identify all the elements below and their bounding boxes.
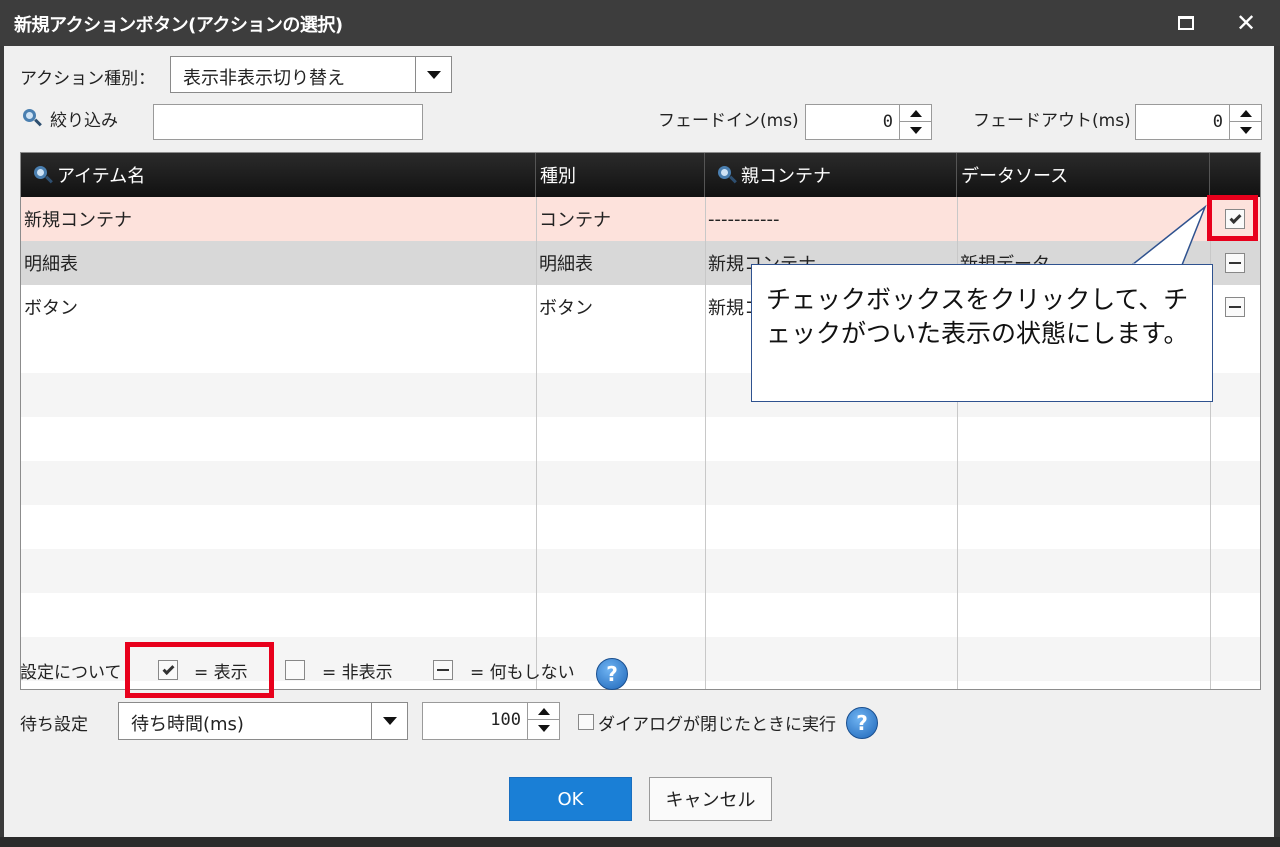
- column-header-state: [1210, 153, 1260, 197]
- callout-text: チェックボックスをクリックして、チェックがついた表示の状態にします。: [766, 285, 1189, 348]
- wait-type-value: 待ち時間(ms): [131, 714, 244, 735]
- ok-button[interactable]: OK: [509, 777, 632, 821]
- action-type-select[interactable]: 表示非表示切り替え: [170, 56, 452, 93]
- highlight-legend-show: [125, 642, 274, 698]
- action-type-dropdown-button[interactable]: [415, 57, 451, 92]
- item-grid: アイテム名 種別 親コンテナ データソース 新規コンテナ コンテナ ------…: [20, 152, 1261, 690]
- fade-in-down-button[interactable]: [900, 122, 931, 139]
- help-icon[interactable]: ?: [596, 658, 628, 690]
- cell-item-name: 明細表: [24, 254, 78, 275]
- cell-parent: -----------: [708, 208, 780, 230]
- dash-icon: [1229, 262, 1241, 264]
- column-divider: [536, 197, 537, 689]
- fade-out-down-button[interactable]: [1230, 122, 1261, 139]
- fade-out-up-button[interactable]: [1230, 105, 1261, 122]
- fade-out-label: フェードアウト(ms): [973, 111, 1131, 131]
- legend-label: 設定について: [20, 663, 122, 683]
- maximize-button[interactable]: [1168, 8, 1204, 38]
- fade-in-up-button[interactable]: [900, 105, 931, 122]
- wait-label: 待ち設定: [20, 715, 88, 735]
- cancel-button[interactable]: キャンセル: [649, 777, 772, 821]
- arrow-down-icon: [909, 127, 922, 134]
- search-icon: [33, 165, 53, 185]
- empty-row: [21, 593, 1260, 637]
- close-button[interactable]: ✕: [1228, 8, 1264, 38]
- wait-type-select[interactable]: 待ち時間(ms): [118, 702, 408, 740]
- arrow-up-icon: [1239, 109, 1252, 117]
- chevron-down-icon: [426, 70, 441, 79]
- table-row[interactable]: 新規コンテナ コンテナ -----------: [21, 197, 1260, 241]
- dialog-title: 新規アクションボタン(アクションの選択): [14, 15, 343, 36]
- dialog-window: 新規アクションボタン(アクションの選択) ✕ アクション種別： 表示非表示切り替…: [0, 0, 1280, 847]
- fade-out-value: 0: [1212, 112, 1223, 132]
- close-icon: ✕: [1235, 9, 1257, 37]
- arrow-down-icon: [537, 725, 550, 732]
- wait-time-value: 100: [490, 710, 521, 730]
- action-type-label: アクション種別：: [20, 69, 156, 89]
- cell-item-name: 新規コンテナ: [24, 210, 132, 231]
- row-state-checkbox[interactable]: [1225, 297, 1245, 317]
- column-header-type[interactable]: 種別: [536, 153, 705, 197]
- empty-row: [21, 505, 1260, 549]
- search-icon: [717, 165, 737, 185]
- dialog-body: アクション種別： 表示非表示切り替え 絞り込み フェードイン(ms) 0 フェー…: [4, 46, 1274, 837]
- cell-type: 明細表: [539, 254, 593, 275]
- column-header-datasource[interactable]: データソース: [957, 153, 1210, 197]
- column-header-label: データソース: [961, 166, 1069, 187]
- callout-pointer: [1129, 204, 1207, 267]
- grid-header: アイテム名 種別 親コンテナ データソース: [21, 153, 1260, 197]
- wait-down-button[interactable]: [528, 720, 559, 737]
- help-icon[interactable]: ?: [846, 707, 878, 739]
- fade-in-stepper[interactable]: 0: [805, 104, 932, 140]
- title-bar: 新規アクションボタン(アクションの選択) ✕: [0, 0, 1280, 46]
- wait-up-button[interactable]: [528, 703, 559, 720]
- fade-in-label: フェードイン(ms): [658, 111, 799, 131]
- column-header-parent-container[interactable]: 親コンテナ: [705, 153, 957, 197]
- column-header-label: 親コンテナ: [741, 166, 831, 187]
- column-header-item-name[interactable]: アイテム名: [21, 153, 536, 197]
- filter-input[interactable]: [153, 104, 423, 140]
- cell-type: コンテナ: [539, 210, 611, 231]
- arrow-up-icon: [537, 707, 550, 715]
- fade-in-value: 0: [882, 112, 893, 132]
- wait-type-dropdown-button[interactable]: [371, 703, 407, 739]
- maximize-icon: [1178, 16, 1194, 30]
- legend-nothing-label: = 何もしない: [470, 663, 575, 683]
- column-header-label: 種別: [540, 166, 576, 187]
- arrow-up-icon: [909, 109, 922, 117]
- empty-row: [21, 549, 1260, 593]
- legend-hide-label: = 非表示: [322, 663, 393, 683]
- chevron-down-icon: [382, 717, 397, 725]
- action-type-value: 表示非表示切り替え: [183, 68, 345, 89]
- wait-time-stepper[interactable]: 100: [422, 702, 560, 740]
- cell-item-name: ボタン: [24, 298, 78, 319]
- legend-unchecked-icon: [285, 660, 305, 680]
- legend-indeterminate-icon: [433, 660, 453, 680]
- row-state-checkbox[interactable]: [1225, 253, 1245, 273]
- filter-label: 絞り込み: [50, 111, 118, 131]
- dash-icon: [1229, 306, 1241, 308]
- dialog-close-checkbox[interactable]: [578, 714, 594, 730]
- column-divider: [705, 197, 706, 689]
- arrow-down-icon: [1239, 127, 1252, 134]
- dialog-close-label: ダイアログが閉じたときに実行: [598, 715, 836, 735]
- search-icon: [22, 108, 42, 128]
- column-header-label: アイテム名: [57, 166, 146, 187]
- fade-out-stepper[interactable]: 0: [1135, 104, 1262, 140]
- empty-row: [21, 461, 1260, 505]
- window-bottom-edge: [0, 837, 1280, 847]
- empty-row: [21, 417, 1260, 461]
- callout-box: チェックボックスをクリックして、チェックがついた表示の状態にします。: [751, 264, 1213, 402]
- cell-type: ボタン: [539, 298, 593, 319]
